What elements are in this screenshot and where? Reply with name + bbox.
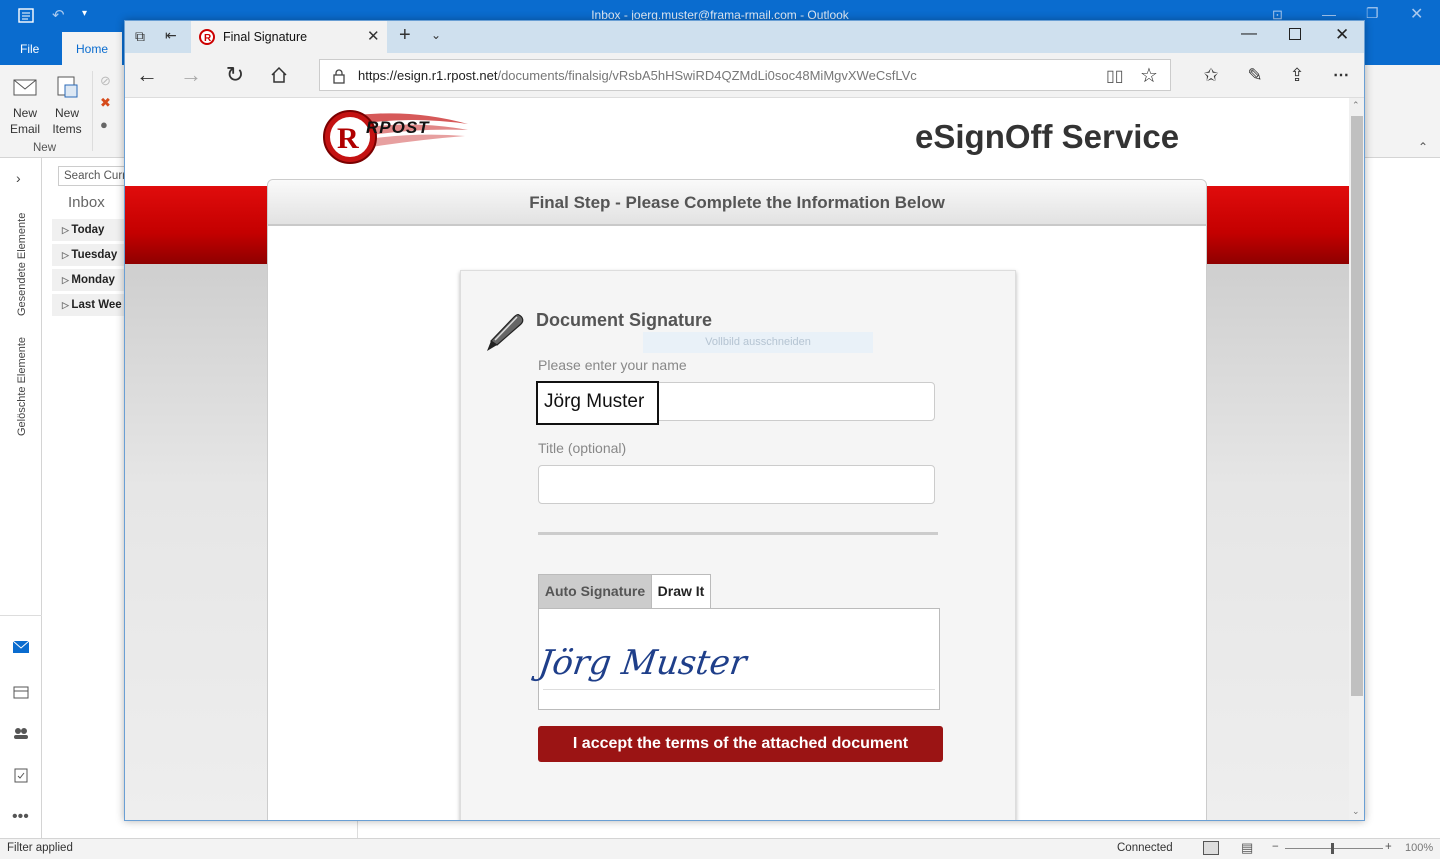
browser-tab-bar: ⧉ ⇤ R Final Signature ✕ + ⌄ — ✕ xyxy=(125,21,1364,53)
notes-pen-icon[interactable]: ✎ xyxy=(1241,61,1269,89)
calendar-icon[interactable] xyxy=(13,685,29,699)
svg-text:R: R xyxy=(204,33,212,44)
outlook-app-icon xyxy=(18,8,34,23)
rpost-favicon: R xyxy=(199,29,215,45)
ignore-icon[interactable]: ⊘ xyxy=(100,73,111,89)
expand-pane-icon[interactable]: › xyxy=(16,170,21,186)
zoom-in-icon[interactable]: + xyxy=(1385,841,1392,853)
undo-icon[interactable]: ↶ xyxy=(52,6,65,24)
inbox-heading: Inbox xyxy=(68,194,105,211)
tab-home[interactable]: Home xyxy=(62,32,123,65)
url-text: https://esign.r1.rpost.net/documents/fin… xyxy=(358,68,917,83)
tab-title: Final Signature xyxy=(223,30,308,44)
people-icon[interactable]: ● xyxy=(100,117,108,132)
scroll-down-icon[interactable]: ⌄ xyxy=(1352,806,1360,817)
back-icon[interactable]: ← xyxy=(133,61,161,89)
name-input-value[interactable]: Jörg Muster xyxy=(536,381,659,425)
ribbon-divider xyxy=(92,71,93,151)
title-input[interactable] xyxy=(538,465,935,504)
tab-close-icon[interactable]: ✕ xyxy=(367,27,380,45)
rpost-logo: R RPOST xyxy=(320,104,470,166)
zoom-out-icon[interactable]: − xyxy=(1272,841,1279,853)
web-page: R RPOST eSignOff Service Final Step - Pl… xyxy=(125,98,1349,820)
tasks-icon[interactable] xyxy=(13,767,29,783)
tabs-aside-icon[interactable]: ⧉ xyxy=(135,28,145,45)
favorites-hub-icon[interactable]: ✩ xyxy=(1197,61,1225,89)
lock-icon xyxy=(333,69,345,84)
set-tabs-aside-icon[interactable]: ⇤ xyxy=(165,27,177,44)
more-icon[interactable]: ••• xyxy=(12,808,29,826)
tab-preview-chevron-icon[interactable]: ⌄ xyxy=(431,28,441,42)
section-divider xyxy=(538,532,938,535)
close-icon[interactable]: ✕ xyxy=(1410,4,1423,24)
auto-signature-text: Jörg Muster xyxy=(536,643,749,683)
forward-icon[interactable]: → xyxy=(177,61,205,89)
main-panel: Final Step - Please Complete the Informa… xyxy=(267,179,1207,820)
zoom-slider[interactable] xyxy=(1285,848,1383,849)
name-label: Please enter your name xyxy=(538,357,687,373)
delete-icon[interactable]: ✖ xyxy=(100,95,111,111)
browser-close-icon[interactable]: ✕ xyxy=(1335,25,1349,45)
collapse-ribbon-icon[interactable]: ⌃ xyxy=(1418,140,1428,154)
group-today[interactable]: ▷ Today xyxy=(52,219,126,241)
nav-divider xyxy=(0,615,42,616)
new-email-icon xyxy=(13,79,37,96)
new-tab-icon[interactable]: + xyxy=(399,24,411,47)
more-actions-icon[interactable]: ⋯ xyxy=(1327,61,1355,89)
ribbon-group-new: New xyxy=(33,142,57,154)
people-nav-icon[interactable] xyxy=(12,726,30,740)
browser-toolbar: ← → ↻ https://esign.r1.rpost.net/documen… xyxy=(125,53,1364,98)
outlook-nav-pane: › Gesendete Elemente Gelöschte Elemente … xyxy=(0,158,42,838)
group-monday[interactable]: ▷ Monday xyxy=(52,269,126,291)
group-tuesday[interactable]: ▷ Tuesday xyxy=(52,244,126,266)
browser-window: ⧉ ⇤ R Final Signature ✕ + ⌄ — ✕ ← → ↻ ht… xyxy=(124,20,1365,821)
tab-auto-signature[interactable]: Auto Signature xyxy=(538,574,652,608)
svg-text:R: R xyxy=(337,122,359,155)
signature-baseline xyxy=(543,689,935,690)
scrollbar-thumb[interactable] xyxy=(1351,116,1363,696)
zoom-level: 100% xyxy=(1405,842,1434,854)
home-icon[interactable] xyxy=(265,61,293,89)
signature-card: Document Signature Vollbild ausschneiden… xyxy=(460,270,1016,820)
browser-maximize-icon[interactable] xyxy=(1289,28,1301,40)
address-bar[interactable]: https://esign.r1.rpost.net/documents/fin… xyxy=(319,59,1171,91)
accept-terms-button[interactable]: I accept the terms of the attached docum… xyxy=(538,726,943,762)
restore-icon[interactable]: ❐ xyxy=(1366,5,1379,22)
browser-tab-active[interactable]: R Final Signature ✕ xyxy=(191,21,387,53)
group-last-week[interactable]: ▷ Last Wee xyxy=(52,294,126,316)
service-title: eSignOff Service xyxy=(915,118,1180,155)
logo-text: RPOST xyxy=(366,118,430,137)
folder-deleted-items[interactable]: Gelöschte Elemente xyxy=(16,337,28,436)
refresh-icon[interactable]: ↻ xyxy=(221,61,249,89)
scroll-up-icon[interactable]: ⌃ xyxy=(1352,100,1360,111)
zoom-slider-thumb[interactable] xyxy=(1331,843,1334,854)
reading-view-icon[interactable]: ▤ xyxy=(1241,840,1253,856)
panel-heading: Final Step - Please Complete the Informa… xyxy=(268,180,1206,226)
mail-icon[interactable] xyxy=(12,640,30,654)
normal-view-icon[interactable] xyxy=(1203,841,1219,855)
section-title: Document Signature xyxy=(536,310,713,330)
signature-box[interactable]: Jörg Muster xyxy=(536,608,940,710)
status-connection: Connected xyxy=(1117,842,1173,854)
name-input[interactable]: Jörg Muster xyxy=(536,381,935,425)
pen-icon xyxy=(487,314,524,351)
search-mailbox-input[interactable]: Search Curr xyxy=(58,166,128,186)
new-items-icon xyxy=(57,76,78,98)
snip-overlay-hint: Vollbild ausschneiden xyxy=(643,332,873,353)
status-filter: Filter applied xyxy=(7,842,73,854)
favorite-star-icon[interactable]: ☆ xyxy=(1140,63,1158,88)
new-email-button[interactable]: New Email xyxy=(4,73,46,137)
quick-access-dropdown-icon[interactable]: ▾ xyxy=(82,8,87,19)
tab-file[interactable]: File xyxy=(6,32,53,65)
outlook-status-bar: Filter applied Connected ▤ − + 100% xyxy=(0,838,1440,859)
browser-minimize-icon[interactable]: — xyxy=(1241,25,1257,43)
new-items-button[interactable]: New Items xyxy=(46,73,88,137)
tab-draw-it[interactable]: Draw It xyxy=(651,574,711,608)
share-icon[interactable]: ⇪ xyxy=(1283,61,1311,89)
pane-divider xyxy=(357,821,358,838)
title-label: Title (optional) xyxy=(538,440,627,456)
folder-sent-items[interactable]: Gesendete Elemente xyxy=(16,213,28,316)
reading-view-icon[interactable]: ▯▯ xyxy=(1106,66,1124,86)
